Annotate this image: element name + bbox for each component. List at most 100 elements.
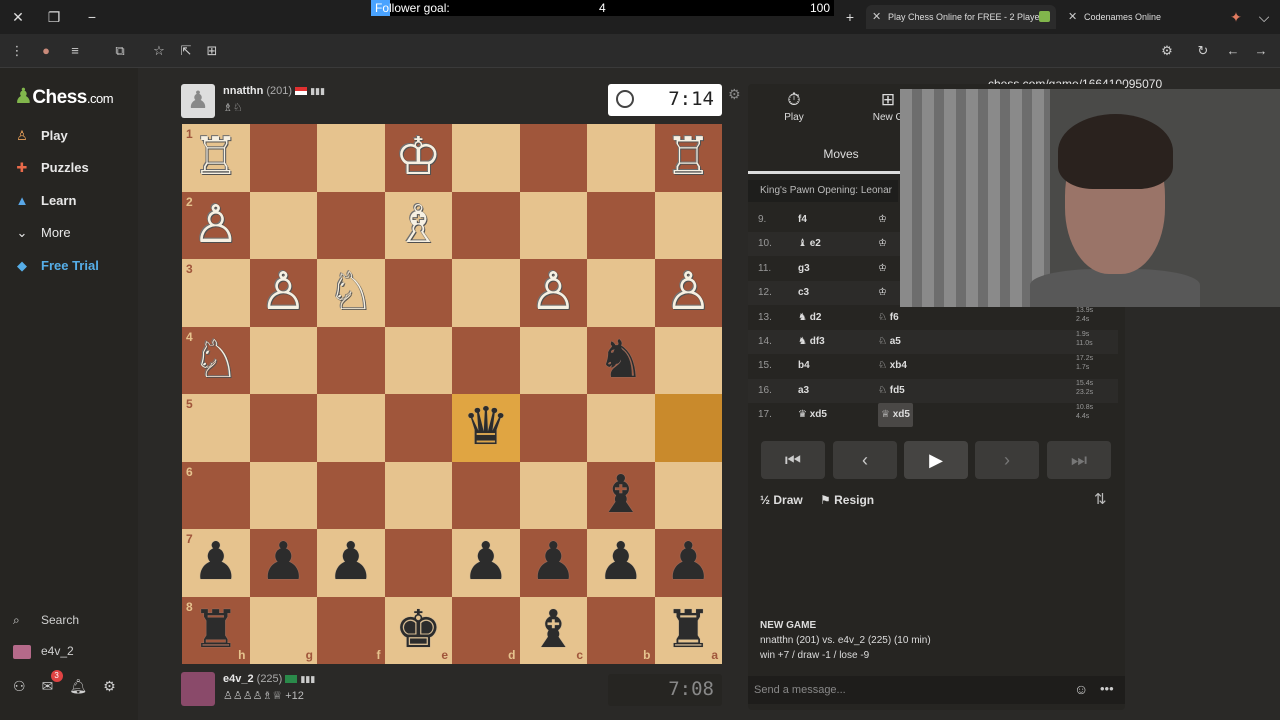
- board-square[interactable]: [587, 259, 655, 327]
- settings-gear-icon[interactable]: ⚙: [103, 678, 116, 694]
- board-square[interactable]: ♙: [654, 259, 722, 327]
- black-move[interactable]: ♘ fd5: [878, 379, 905, 403]
- next-move-button[interactable]: ›: [975, 441, 1039, 479]
- board-square[interactable]: [587, 124, 655, 192]
- top-player-name[interactable]: nnatthn (201) ▮▮▮: [223, 85, 325, 97]
- white-pawn-icon[interactable]: ♙: [665, 259, 712, 326]
- board-square[interactable]: [249, 394, 317, 462]
- board-square[interactable]: [519, 191, 587, 259]
- black-pawn-icon[interactable]: ♟: [597, 529, 644, 596]
- white-pawn-icon[interactable]: ♙: [530, 259, 577, 326]
- white-move[interactable]: a3: [798, 379, 809, 403]
- bell-icon[interactable]: 🔔︎: [69, 678, 87, 694]
- share-icon[interactable]: ⇱: [177, 42, 195, 60]
- board-square[interactable]: [452, 124, 520, 192]
- board-square[interactable]: [452, 461, 520, 529]
- previous-move-button[interactable]: ‹: [833, 441, 897, 479]
- tab-codenames[interactable]: ✕ Codenames Online: [1062, 5, 1212, 29]
- black-pawn-icon[interactable]: ♟: [260, 529, 307, 596]
- tab-close-icon[interactable]: ✕: [1068, 5, 1077, 29]
- board-square[interactable]: [587, 191, 655, 259]
- board-square[interactable]: ♘: [317, 259, 385, 327]
- board-square[interactable]: [249, 461, 317, 529]
- site-settings-icon[interactable]: ⚙: [1158, 42, 1176, 60]
- chess-com-logo[interactable]: ♟Chess.com: [14, 84, 114, 109]
- board-square[interactable]: 2 ♙: [182, 191, 250, 259]
- tab-search-icon[interactable]: ⌵: [1254, 8, 1274, 26]
- black-pawn-icon[interactable]: ♟: [665, 529, 712, 596]
- board-square[interactable]: 1 ♖: [182, 124, 250, 192]
- sidebar-search[interactable]: ⌕ Search: [13, 613, 79, 628]
- draw-button[interactable]: ½ Draw: [760, 493, 803, 507]
- sidebar-user[interactable]: e4v_2: [13, 644, 74, 659]
- board-square[interactable]: 3: [182, 259, 250, 327]
- white-move[interactable]: g3: [798, 257, 810, 281]
- board-square[interactable]: [654, 191, 722, 259]
- white-king-icon[interactable]: ♔: [395, 124, 442, 191]
- board-settings-gear-icon[interactable]: ⚙: [728, 86, 741, 103]
- white-move[interactable]: ♛ xd5: [798, 403, 827, 427]
- board-square[interactable]: [249, 191, 317, 259]
- white-move[interactable]: b4: [798, 354, 810, 378]
- bottom-player-avatar[interactable]: [181, 672, 215, 706]
- chat-message-input[interactable]: [748, 676, 1125, 704]
- first-move-button[interactable]: ⏮︎: [761, 441, 825, 479]
- board-square[interactable]: f: [317, 596, 385, 664]
- black-knight-icon[interactable]: ♞: [597, 327, 644, 394]
- sidebar-item-learn[interactable]: ▲ Learn: [13, 190, 77, 212]
- white-move[interactable]: c3: [798, 281, 809, 305]
- white-move[interactable]: ♝ e2: [798, 232, 821, 256]
- back-icon[interactable]: ←: [1224, 42, 1242, 60]
- board-square[interactable]: ♖: [654, 124, 722, 192]
- board-square[interactable]: ♛: [452, 394, 520, 462]
- board-square[interactable]: [654, 326, 722, 394]
- white-pawn-icon[interactable]: ♙: [260, 259, 307, 326]
- board-square[interactable]: [452, 326, 520, 394]
- friends-icon[interactable]: ⚇: [13, 678, 26, 694]
- board-square[interactable]: 6: [182, 461, 250, 529]
- black-king-icon[interactable]: ♚: [395, 597, 442, 664]
- board-square[interactable]: c ♝: [519, 596, 587, 664]
- black-move[interactable]: ♘ a5: [878, 330, 901, 354]
- extensions-icon[interactable]: ⧉: [111, 42, 129, 60]
- sidebar-item-free-trial[interactable]: ◆ Free Trial: [13, 255, 99, 277]
- black-pawn-icon[interactable]: ♟: [462, 529, 509, 596]
- board-square[interactable]: ♟: [317, 529, 385, 597]
- black-pawn-icon[interactable]: ♟: [327, 529, 374, 596]
- board-square[interactable]: [519, 461, 587, 529]
- extension-icon[interactable]: ✦: [1226, 8, 1246, 26]
- board-square[interactable]: ♟: [587, 529, 655, 597]
- black-move[interactable]: ♘ f6: [878, 306, 899, 330]
- board-square[interactable]: 5: [182, 394, 250, 462]
- profile-avatar-icon[interactable]: ●: [37, 42, 55, 60]
- board-square[interactable]: ♟: [519, 529, 587, 597]
- board-square[interactable]: [317, 191, 385, 259]
- menu-dots-icon[interactable]: ⋮: [8, 42, 26, 60]
- top-player-avatar[interactable]: ♟: [181, 84, 215, 118]
- board-square[interactable]: d: [452, 596, 520, 664]
- board-square[interactable]: ♙: [519, 259, 587, 327]
- black-move[interactable]: ♕ xd5: [878, 403, 913, 428]
- chess-board[interactable]: 1 ♖ ♔ ♖ 2 ♙ ♗ 3 ♙ ♘ ♙ ♙ 4 ♘ ♞ 5 ♛ 6 ♝ 7 ♟ ♟ ♟ ♟ ♟ ♟ ♟ 8 h ♜ g f e ♚ d c ♝ b a ♜: [182, 124, 722, 664]
- flip-board-icon[interactable]: ⇅: [1094, 490, 1107, 508]
- board-square[interactable]: 8 h ♜: [182, 596, 250, 664]
- board-square[interactable]: [317, 326, 385, 394]
- reading-list-icon[interactable]: ≡: [66, 42, 84, 60]
- board-square[interactable]: [317, 124, 385, 192]
- last-move-button[interactable]: ⏭︎: [1047, 441, 1111, 479]
- restore-window-icon[interactable]: ❐: [44, 8, 64, 26]
- white-move[interactable]: ♞ d2: [798, 306, 821, 330]
- black-move[interactable]: ♔: [878, 208, 887, 232]
- new-tab-icon[interactable]: +: [840, 8, 860, 26]
- black-pawn-icon[interactable]: ♟: [192, 529, 239, 596]
- board-square[interactable]: [654, 461, 722, 529]
- board-square[interactable]: ♞: [587, 326, 655, 394]
- board-square[interactable]: b: [587, 596, 655, 664]
- white-bishop-icon[interactable]: ♗: [395, 192, 442, 259]
- board-square[interactable]: [384, 529, 452, 597]
- more-options-icon[interactable]: •••: [1100, 681, 1114, 696]
- bookmark-star-icon[interactable]: ☆: [150, 42, 168, 60]
- tab-close-icon[interactable]: ✕: [872, 5, 881, 29]
- black-queen-icon[interactable]: ♛: [462, 394, 509, 461]
- board-square[interactable]: [519, 394, 587, 462]
